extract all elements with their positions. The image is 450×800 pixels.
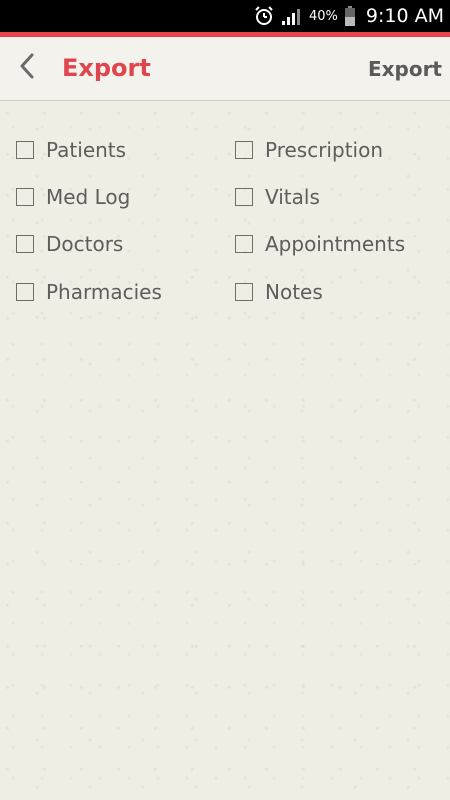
checkbox-label: Appointments — [265, 232, 406, 256]
page-title: Export — [62, 54, 151, 82]
battery-percent: 40% — [308, 8, 338, 24]
status-time: 9:10 AM — [365, 5, 444, 27]
checkbox-label: Doctors — [46, 232, 124, 256]
alarm-icon — [253, 5, 275, 27]
battery-icon — [344, 5, 356, 27]
checkbox-box[interactable] — [235, 235, 253, 253]
checkbox-label: Vitals — [265, 185, 320, 209]
checkbox-patients[interactable]: Patients — [16, 135, 126, 165]
checkbox-box[interactable] — [16, 235, 34, 253]
signal-icon — [281, 6, 303, 26]
checkbox-box[interactable] — [16, 141, 34, 159]
chevron-left-icon — [17, 53, 37, 83]
checkbox-box[interactable] — [16, 188, 34, 206]
checkbox-box[interactable] — [235, 141, 253, 159]
back-button[interactable] — [10, 51, 44, 85]
checkbox-label: Patients — [46, 138, 127, 162]
status-bar: 40% 9:10 AM — [0, 0, 450, 32]
checkbox-box[interactable] — [235, 188, 253, 206]
checkbox-pharmacies[interactable]: Pharmacies — [16, 277, 162, 307]
checkbox-med-log[interactable]: Med Log — [16, 182, 130, 212]
checkbox-label: Pharmacies — [46, 280, 162, 304]
checkbox-notes[interactable]: Notes — [235, 277, 323, 307]
status-icons: 40% 9:10 AM — [253, 0, 444, 32]
checkbox-box[interactable] — [235, 283, 253, 301]
export-options-panel: Patients Med Log Doctors Pharmacies Pres… — [0, 101, 450, 800]
checkbox-label: Notes — [265, 280, 323, 304]
checkbox-label: Prescription — [265, 138, 383, 162]
checkbox-prescription[interactable]: Prescription — [235, 135, 383, 165]
checkbox-doctors[interactable]: Doctors — [16, 229, 123, 259]
checkbox-label: Med Log — [46, 185, 131, 209]
checkbox-appointments[interactable]: Appointments — [235, 229, 405, 259]
export-button[interactable]: Export — [368, 56, 442, 82]
checkbox-vitals[interactable]: Vitals — [235, 182, 320, 212]
checkbox-box[interactable] — [16, 283, 34, 301]
action-bar: Export Export — [0, 37, 450, 101]
